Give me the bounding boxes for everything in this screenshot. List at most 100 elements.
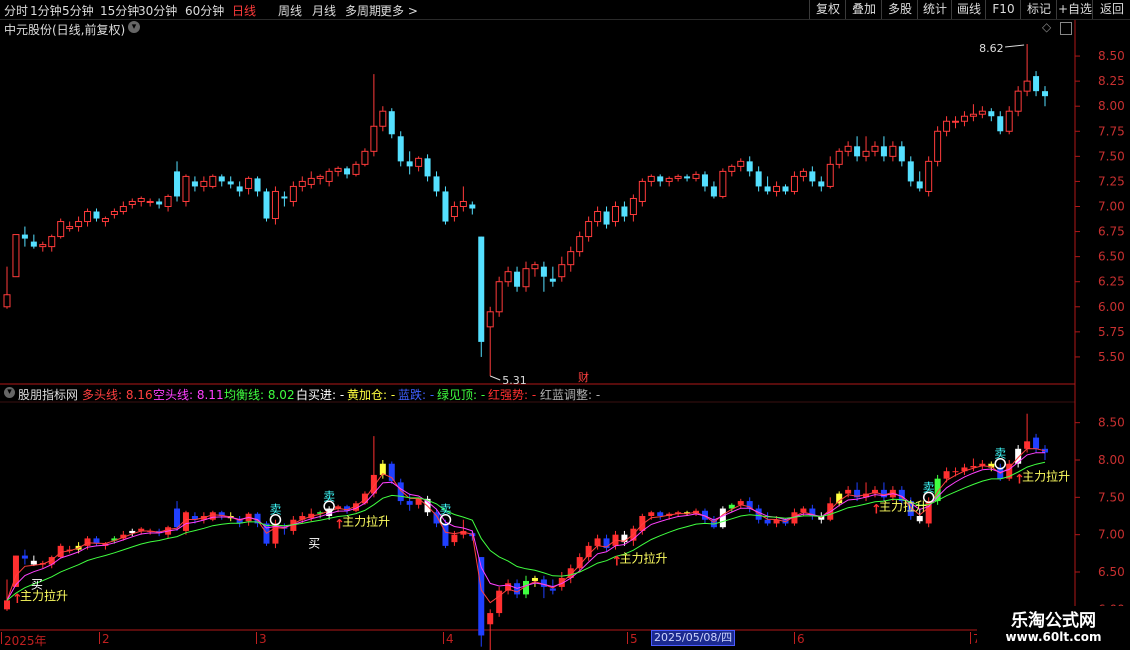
chart-canvas[interactable]: 8.50 8.25 8.00 7.75 7.50 7.25 7.00 6.75 6.50 6.25… — [0, 0, 1130, 650]
candle-body — [611, 205, 619, 223]
indicator-bar — [531, 577, 538, 581]
indicator-legend-item: 黄加仓: - — [347, 388, 396, 402]
candle-body — [370, 125, 378, 152]
toolbar-button[interactable]: F10 — [985, 0, 1021, 19]
period-tab[interactable]: 5分钟 — [62, 2, 94, 19]
period-tab[interactable]: 月线 — [312, 2, 336, 19]
period-tab[interactable]: 60分钟 — [185, 2, 224, 19]
date-label: 5 — [630, 632, 638, 646]
toolbar-button[interactable]: 返回 — [1092, 0, 1130, 19]
period-tab[interactable]: 分时 — [4, 2, 28, 19]
candle-body — [710, 186, 717, 197]
price-axis-label: 6.25 — [1098, 275, 1125, 289]
period-tab[interactable]: 多周期 — [345, 2, 381, 19]
toolbar-button[interactable]: 叠加 — [845, 0, 882, 19]
toolbar-button[interactable]: 复权 — [809, 0, 846, 19]
candle-body — [728, 165, 736, 172]
indicator-bar — [952, 471, 959, 473]
candle-body — [799, 170, 807, 177]
indicator-legend-item: 多头线: 8.16 — [82, 388, 153, 402]
candle-body — [30, 241, 37, 247]
indicator-bar — [21, 555, 28, 559]
lift-signal-label: 主力拉升 — [20, 588, 68, 603]
candle-body — [960, 115, 968, 122]
panel-toggle-icon[interactable] — [1060, 22, 1072, 35]
candle-body — [495, 281, 503, 313]
indicator-bar — [326, 508, 333, 516]
watermark-title: 乐淘公式网 — [1011, 611, 1096, 631]
candle-body — [93, 211, 100, 219]
indicator-bar — [84, 538, 91, 546]
toolbar-button[interactable]: 多股 — [881, 0, 918, 19]
candle-body — [379, 110, 387, 127]
candle-body — [835, 150, 843, 165]
candle-body — [826, 163, 834, 187]
candle-body — [719, 170, 727, 197]
candle-body — [567, 251, 575, 266]
candle-body — [406, 161, 413, 167]
candle-body — [969, 113, 977, 117]
candle-body — [764, 186, 771, 192]
lift-signal-label: 主力拉升 — [1022, 468, 1070, 483]
candle-body — [3, 294, 11, 308]
period-tab[interactable]: 1分钟 — [30, 2, 62, 19]
candle-body — [182, 175, 190, 202]
indicator-legend-item: 白买进: - — [296, 388, 345, 402]
date-tick — [99, 632, 100, 644]
date-axis: 2025年234567 — [0, 630, 1075, 650]
candle-body — [415, 157, 423, 167]
candle-body — [263, 191, 270, 219]
indicator-bar — [764, 519, 771, 524]
candle-body — [227, 181, 234, 185]
indicator-bar — [451, 534, 458, 543]
period-tab[interactable]: 日线 — [232, 2, 256, 19]
buy-signal-label: 买 — [308, 536, 320, 550]
indicator-bar — [648, 512, 655, 516]
indicator-name[interactable]: 股朋指标网 — [18, 386, 78, 403]
period-tab[interactable]: 15分钟 — [100, 2, 139, 19]
selected-date-label: 2025/05/08/四 — [651, 630, 736, 646]
price-axis-label: 5.50 — [1098, 350, 1125, 364]
candle-body — [146, 200, 154, 203]
indicator-menu-icon[interactable]: ▾ — [4, 387, 15, 398]
date-tick — [1, 632, 2, 644]
indicator-bar — [934, 478, 941, 502]
buy-signal-label: 买 — [31, 578, 43, 592]
period-tab[interactable]: 30分钟 — [138, 2, 177, 19]
price-axis-label: 6.75 — [1098, 225, 1125, 239]
candle-body — [39, 244, 47, 248]
candle-body — [57, 221, 65, 238]
candle-body — [334, 167, 342, 172]
candle-body — [84, 211, 92, 223]
chevron-down-icon[interactable]: ▾ — [128, 21, 140, 33]
price-axis-label: 7.75 — [1098, 124, 1125, 138]
candle-body — [854, 146, 861, 157]
indicator-legend-item: 绿见顶: - — [437, 388, 486, 402]
toolbar-button[interactable]: +自选 — [1056, 0, 1093, 19]
toolbar-button[interactable]: 统计 — [917, 0, 952, 19]
period-tab[interactable]: 更多 > — [380, 2, 418, 19]
diamond-icon[interactable]: ◇ — [1042, 20, 1051, 34]
candle-body — [424, 158, 431, 177]
main-chart-header: 中元股份(日线,前复权) ▾ ◇ — [0, 20, 1075, 38]
candle-body — [549, 278, 556, 282]
toolbar-button[interactable]: 画线 — [951, 0, 986, 19]
financial-report-badge: 财 — [578, 370, 589, 384]
candle-body — [916, 181, 923, 189]
candle-body — [397, 136, 404, 162]
indicator-bar — [406, 501, 413, 505]
toolbar-button[interactable]: 标记 — [1020, 0, 1057, 19]
indicator-bar — [442, 523, 449, 546]
indicator-legend-item: 蓝跌: - — [398, 388, 435, 402]
stock-title[interactable]: 中元股份(日线,前复权) — [4, 21, 125, 38]
date-label: 6 — [797, 632, 805, 646]
indicator-bar — [4, 600, 10, 610]
candle-body — [871, 145, 879, 152]
indicator-bar — [487, 613, 494, 625]
max-price-pointer — [1005, 44, 1025, 48]
period-tab[interactable]: 周线 — [278, 2, 302, 19]
candle-body — [128, 200, 136, 205]
indicator-bar — [916, 516, 923, 522]
candle-body — [514, 271, 521, 287]
indicator-bar — [585, 545, 592, 558]
